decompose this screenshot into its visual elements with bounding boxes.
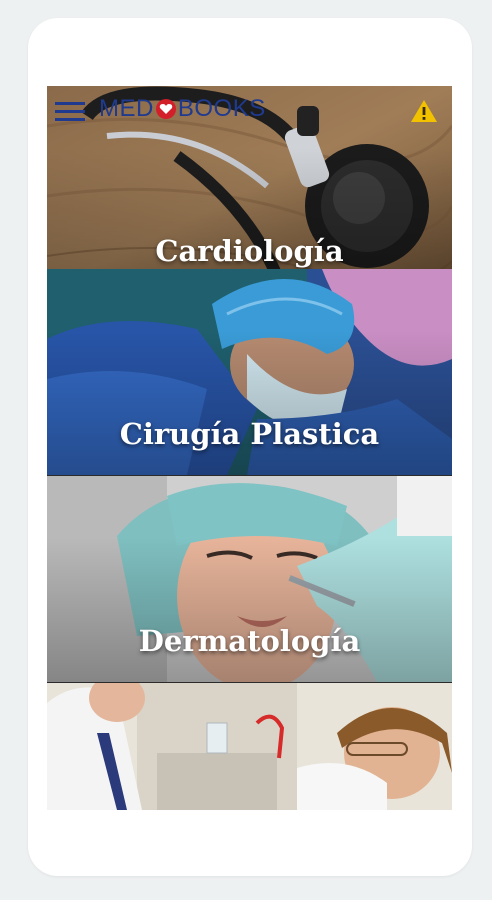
hamburger-menu-icon[interactable] — [55, 100, 85, 122]
warning-triangle-icon[interactable] — [410, 99, 438, 123]
doctor-patient-image — [47, 683, 452, 810]
category-title: Cirugía Plastica — [119, 417, 380, 451]
medbooks-logo: MED BOOKS — [99, 95, 266, 123]
app-screen: Cardiología Cirugía Plastica Dermatologí… — [47, 86, 452, 810]
category-title: Dermatología — [138, 624, 361, 658]
category-title: Cardiología — [155, 234, 344, 268]
app-header: MED BOOKS — [47, 86, 452, 134]
category-card-dermatologia[interactable]: Dermatología — [47, 476, 452, 682]
heart-icon — [155, 99, 176, 119]
category-card-cirugia-plastica[interactable]: Cirugía Plastica — [47, 269, 452, 475]
category-card-partial[interactable] — [47, 683, 452, 810]
logo-prefix: MED — [99, 95, 154, 122]
logo-suffix: BOOKS — [177, 95, 266, 122]
